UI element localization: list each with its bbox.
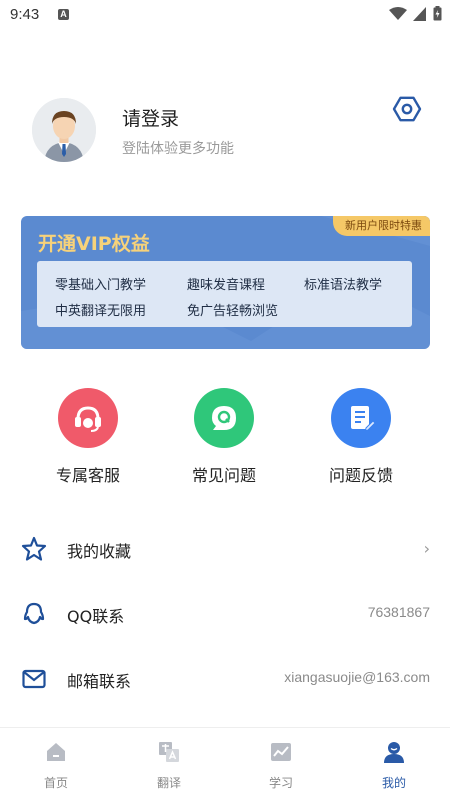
q-chat-icon: [194, 388, 254, 448]
status-bar: 9:43 A: [0, 0, 450, 30]
profile-header[interactable]: 请登录 登陆体验更多功能: [32, 96, 422, 164]
faq-button[interactable]: 常见问题: [179, 388, 269, 486]
email-address: xiangasuojie@163.com: [284, 669, 430, 685]
feature-label: 专属客服: [55, 466, 120, 485]
feature-shortcuts: 专属客服 常见问题 问题反馈: [0, 388, 450, 488]
vip-benefit: 趣味发音课程: [187, 278, 266, 293]
study-chart-icon: [271, 743, 291, 761]
wifi-icon: [389, 6, 407, 20]
tab-label: 翻译: [156, 776, 181, 790]
mail-icon: [22, 669, 46, 689]
headset-icon: [58, 388, 118, 448]
vip-benefit: 标准语法教学: [304, 278, 383, 293]
tab-study[interactable]: 学习: [246, 740, 316, 791]
list-item-label: QQ联系: [67, 607, 125, 626]
bottom-tab-bar: 首页 翻译 学习 我的: [0, 727, 450, 802]
feedback-doc-icon: [331, 388, 391, 448]
settings-hexagon-icon[interactable]: [392, 94, 422, 124]
vip-benefit: 零基础入门教学: [55, 278, 147, 293]
list-item-qq[interactable]: QQ联系 76381867: [0, 592, 450, 636]
qq-number: 76381867: [367, 604, 430, 620]
vip-benefit: 中英翻译无限用: [55, 304, 147, 319]
signal-icon: [413, 6, 426, 21]
tab-label: 学习: [268, 776, 293, 790]
vip-benefits: 零基础入门教学 趣味发音课程 标准语法教学 中英翻译无限用 免广告轻畅浏览: [37, 261, 412, 327]
tab-home[interactable]: 首页: [21, 740, 91, 791]
chevron-right-icon: ›: [423, 539, 430, 558]
vip-title: 开通VIP权益: [38, 233, 150, 255]
translate-icon: [159, 742, 179, 762]
feature-label: 常见问题: [191, 466, 256, 485]
home-icon: [47, 743, 65, 761]
vip-banner[interactable]: 新用户限时特惠 开通VIP权益 零基础入门教学 趣味发音课程 标准语法教学 中英…: [21, 216, 430, 349]
tab-profile[interactable]: 我的: [359, 740, 429, 791]
list-item-label: 我的收藏: [67, 542, 132, 561]
battery-icon: [433, 6, 442, 21]
list-item-email[interactable]: 邮箱联系 xiangasuojie@163.com: [0, 657, 450, 701]
customer-service-button[interactable]: 专属客服: [43, 388, 133, 486]
tab-translate[interactable]: 翻译: [134, 740, 204, 791]
feature-label: 问题反馈: [328, 466, 393, 485]
tab-label: 我的: [381, 776, 406, 790]
avatar[interactable]: [32, 98, 96, 162]
profile-icon: [384, 742, 404, 763]
vip-benefit: 免广告轻畅浏览: [187, 304, 279, 319]
notification-icon: A: [58, 9, 69, 20]
qq-icon: [23, 602, 45, 625]
list-item-label: 邮箱联系: [67, 672, 132, 691]
list-item-favorites[interactable]: 我的收藏 ›: [0, 527, 450, 571]
feedback-button[interactable]: 问题反馈: [316, 388, 406, 486]
login-title[interactable]: 请登录: [122, 104, 179, 131]
login-subtitle: 登陆体验更多功能: [122, 141, 234, 157]
status-time: 9:43: [10, 6, 40, 23]
star-icon: [21, 536, 47, 561]
tab-label: 首页: [43, 776, 68, 790]
vip-promo-badge: 新用户限时特惠: [333, 216, 430, 236]
